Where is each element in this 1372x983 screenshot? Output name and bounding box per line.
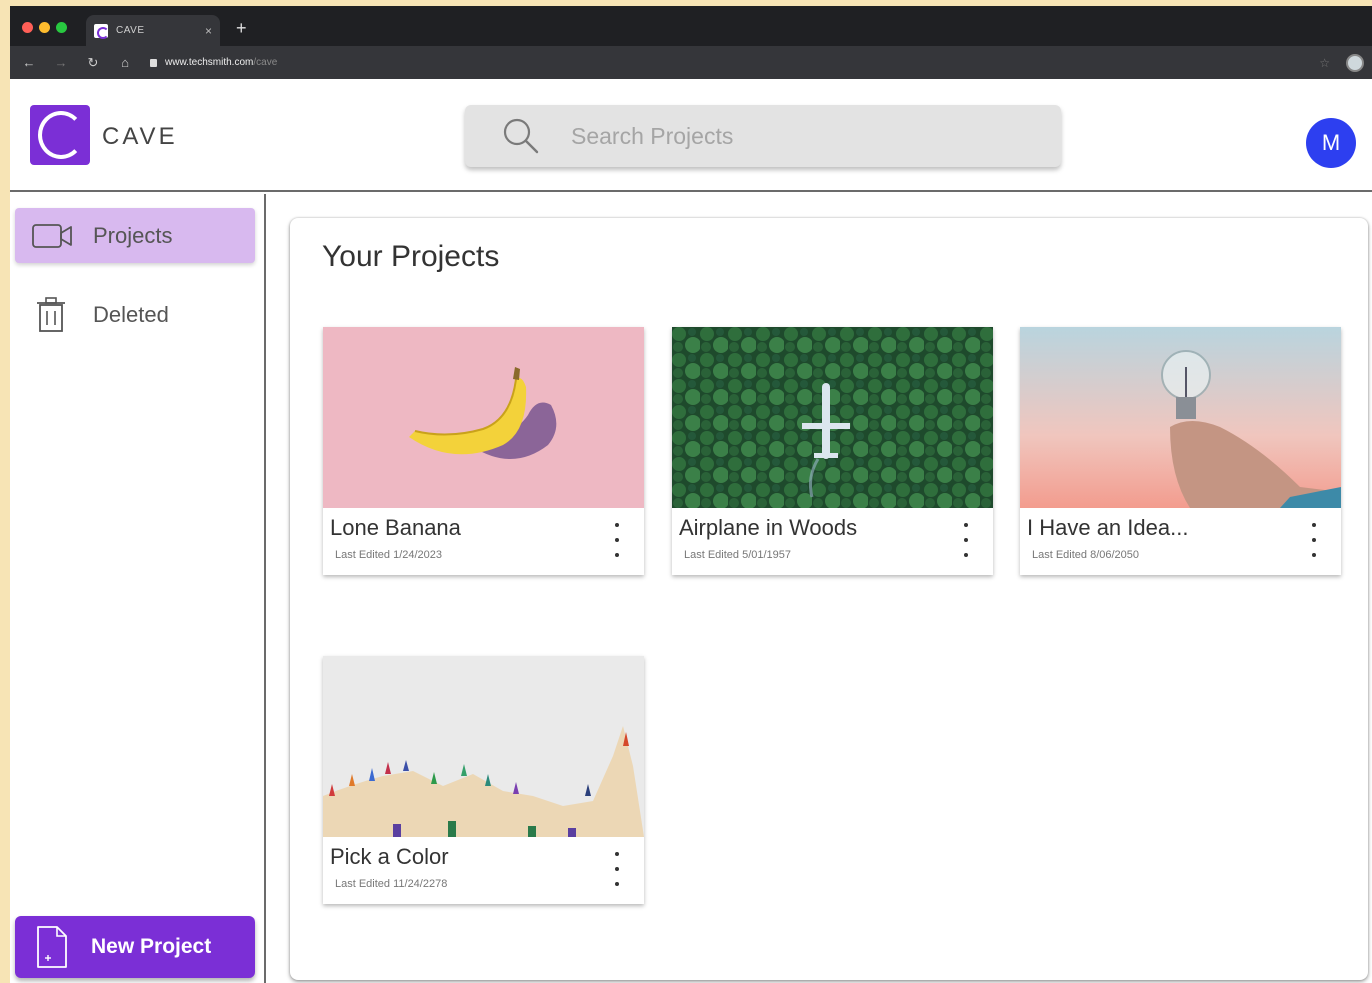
search-bar[interactable] xyxy=(465,105,1061,167)
project-date: Last Edited 11/24/2278 xyxy=(335,878,448,890)
reload-icon[interactable]: ↻ xyxy=(86,55,100,71)
minimize-window-button[interactable] xyxy=(39,22,50,33)
url-host: www.techsmith.com xyxy=(165,57,254,68)
sidebar-item-label: Deleted xyxy=(93,301,169,327)
sidebar-item-projects[interactable]: Projects xyxy=(15,208,255,263)
cave-favicon-icon xyxy=(94,23,109,39)
app-header: CAVE M xyxy=(10,79,1372,192)
new-project-label: New Project xyxy=(91,935,212,958)
new-project-button[interactable]: New Project xyxy=(15,916,255,978)
browser-toolbar-right: ☆ xyxy=(1319,54,1364,72)
home-icon[interactable]: ⌂ xyxy=(118,55,132,70)
project-date: Last Edited 5/01/1957 xyxy=(684,549,792,561)
project-title: Pick a Color xyxy=(330,844,449,869)
user-avatar[interactable]: M xyxy=(1306,118,1356,168)
browser-tab[interactable]: CAVE × xyxy=(86,15,220,46)
tab-close-icon[interactable]: × xyxy=(205,24,212,38)
url-path: /cave xyxy=(253,57,278,68)
sidebar: Projects Deleted New Project xyxy=(10,194,266,983)
cave-logo-icon[interactable] xyxy=(30,105,90,165)
more-options-icon[interactable] xyxy=(612,852,622,886)
projects-panel: Your Projects Lone Banana Last Edited 1/… xyxy=(290,218,1368,980)
trash-icon xyxy=(31,296,75,332)
bookmark-star-icon[interactable]: ☆ xyxy=(1319,56,1330,70)
project-thumbnail[interactable] xyxy=(323,327,644,508)
project-card[interactable]: I Have an Idea... Last Edited 8/06/2050 xyxy=(1020,327,1341,575)
project-title: Lone Banana xyxy=(330,515,461,540)
browser-window: CAVE × + ← → ↻ ⌂ www.techsmith.com/cave … xyxy=(10,6,1372,983)
project-title: Airplane in Woods xyxy=(679,515,858,540)
video-camera-icon xyxy=(31,219,75,253)
address-bar[interactable]: www.techsmith.com/cave xyxy=(150,57,277,68)
search-icon xyxy=(501,116,541,156)
search-input[interactable] xyxy=(571,122,1011,150)
project-title: I Have an Idea... xyxy=(1027,515,1189,540)
browser-profile-icon[interactable] xyxy=(1346,54,1364,72)
page-title: Your Projects xyxy=(322,240,500,273)
project-thumbnail[interactable] xyxy=(323,656,644,837)
close-window-button[interactable] xyxy=(22,22,33,33)
browser-tab-bar: CAVE × + xyxy=(10,6,1372,46)
lock-icon xyxy=(150,58,157,67)
new-file-icon xyxy=(35,925,69,969)
more-options-icon[interactable] xyxy=(1309,523,1319,557)
project-card[interactable]: Airplane in Woods Last Edited 5/01/1957 xyxy=(672,327,993,575)
forward-arrow-icon[interactable]: → xyxy=(54,55,68,70)
brand-name: CAVE xyxy=(102,123,178,150)
window-controls xyxy=(22,22,67,33)
more-options-icon[interactable] xyxy=(612,523,622,557)
sidebar-item-deleted[interactable]: Deleted xyxy=(15,287,255,342)
tab-title: CAVE xyxy=(116,25,145,36)
project-date: Last Edited 8/06/2050 xyxy=(1032,549,1140,561)
back-arrow-icon[interactable]: ← xyxy=(22,55,36,70)
project-thumbnail[interactable] xyxy=(1020,327,1341,508)
project-card[interactable]: Lone Banana Last Edited 1/24/2023 xyxy=(323,327,644,575)
project-thumbnail[interactable] xyxy=(672,327,993,508)
sidebar-item-label: Projects xyxy=(93,222,173,248)
project-date: Last Edited 1/24/2023 xyxy=(335,549,443,561)
new-tab-button[interactable]: + xyxy=(236,18,247,39)
more-options-icon[interactable] xyxy=(961,523,971,557)
maximize-window-button[interactable] xyxy=(56,22,67,33)
project-card[interactable]: Pick a Color Last Edited 11/24/2278 xyxy=(323,656,644,904)
browser-toolbar: ← → ↻ ⌂ www.techsmith.com/cave xyxy=(10,46,1372,79)
